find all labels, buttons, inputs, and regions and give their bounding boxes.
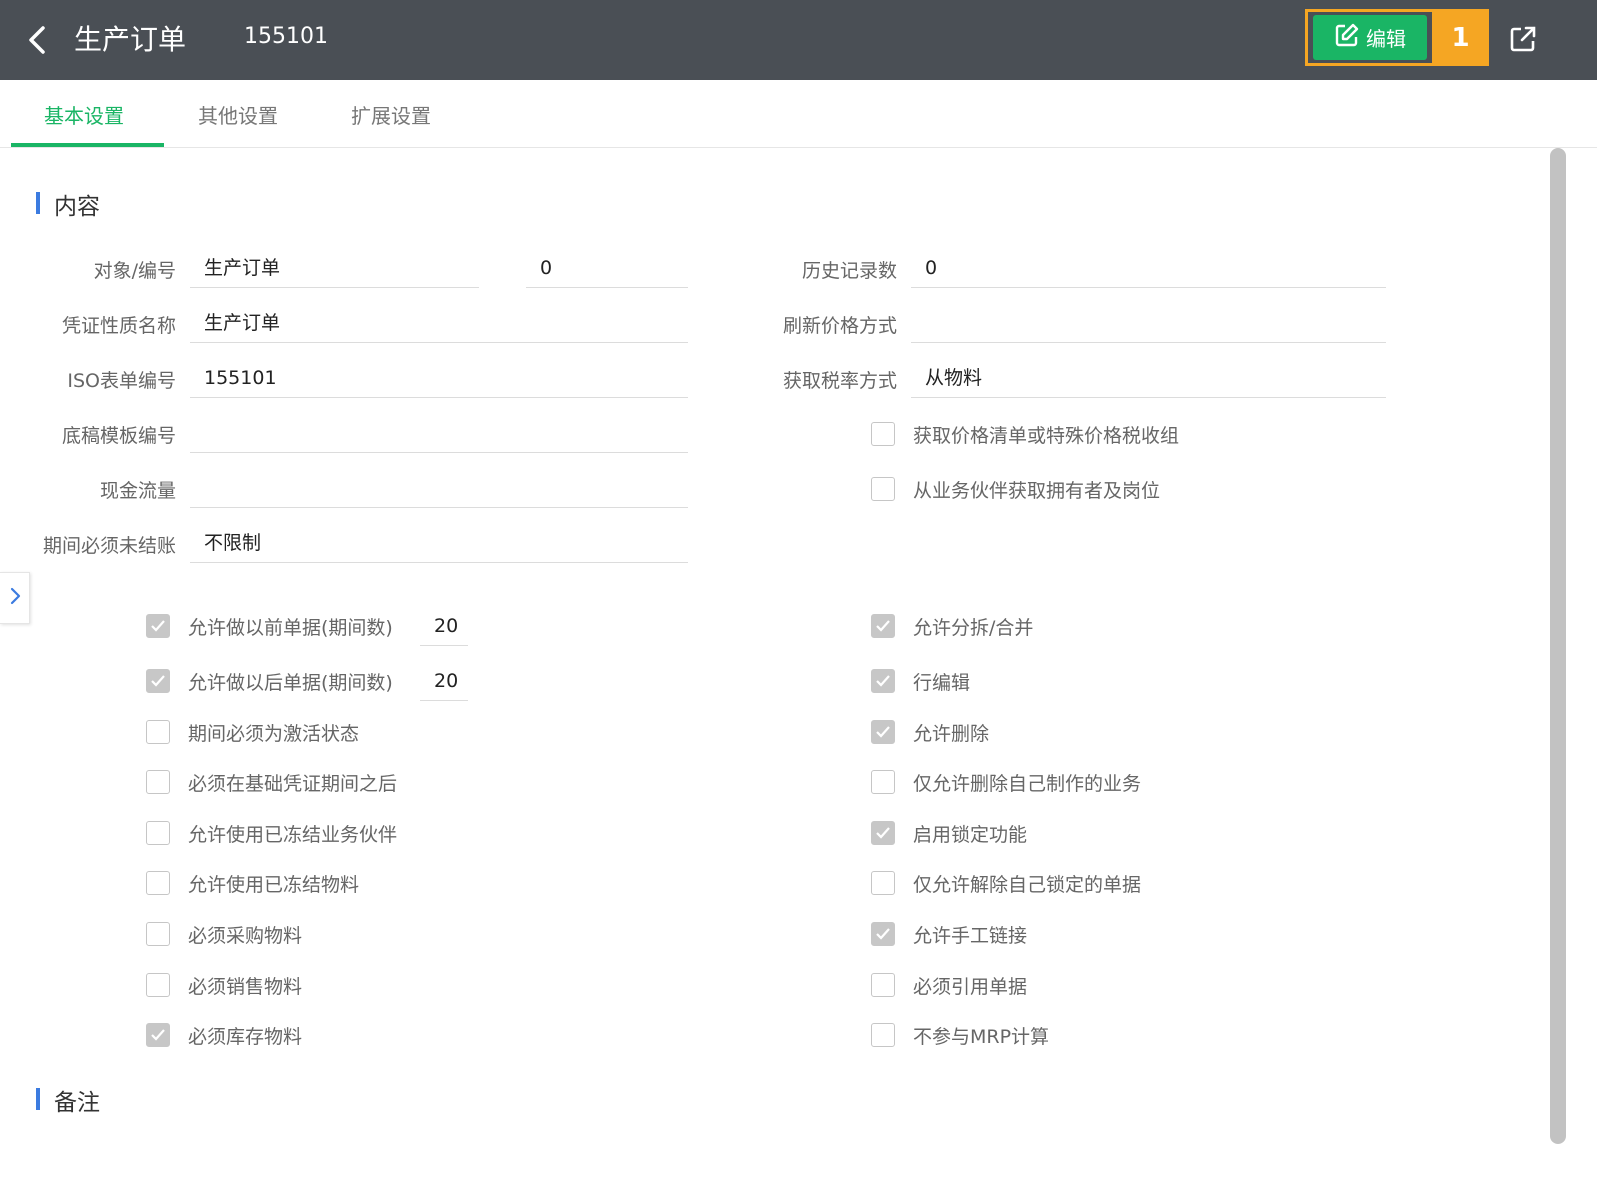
check-row-stock-material[interactable]: 必须库存物料 <box>146 1020 302 1050</box>
checkbox-checked[interactable] <box>146 669 170 693</box>
order-number: 155101 <box>244 24 328 49</box>
period-unclosed-field[interactable]: 不限制 <box>190 527 688 563</box>
label-refresh-price: 刷新价格方式 <box>782 315 897 337</box>
check-row-allow-delete[interactable]: 允许删除 <box>871 717 989 747</box>
label-voucher-name: 凭证性质名称 <box>61 315 176 337</box>
history-count-field[interactable]: 0 <box>911 252 1386 288</box>
label-cash-flow: 现金流量 <box>99 480 176 502</box>
voucher-name-field[interactable]: 生产订单 <box>190 307 688 343</box>
active-tab-indicator <box>11 143 164 147</box>
object-no-field[interactable]: 生产订单 <box>190 252 479 288</box>
checkbox[interactable] <box>146 821 170 845</box>
checkbox-checked[interactable] <box>871 720 895 744</box>
checkbox[interactable] <box>871 477 895 501</box>
draft-template-field[interactable] <box>190 417 688 453</box>
checkbox[interactable] <box>146 720 170 744</box>
tax-rate-method-field[interactable]: 从物料 <box>911 362 1386 398</box>
label-history-count: 历史记录数 <box>801 260 897 282</box>
section-title-content: 内容 <box>36 187 100 221</box>
checkbox[interactable] <box>146 922 170 946</box>
checkbox[interactable] <box>146 770 170 794</box>
tab-basic-settings[interactable]: 基本设置 <box>44 100 124 129</box>
tab-extended-settings[interactable]: 扩展设置 <box>351 100 431 129</box>
edit-icon <box>1334 22 1360 53</box>
checkbox-checked[interactable] <box>146 1023 170 1047</box>
object-code-field[interactable]: 0 <box>526 252 688 288</box>
check-row-must-reference[interactable]: 必须引用单据 <box>871 970 1027 1000</box>
check-row-period-active[interactable]: 期间必须为激活状态 <box>146 717 359 747</box>
check-row-allow-prior-docs[interactable]: 允许做以前单据(期间数) <box>146 611 393 641</box>
tab-bar: 基本设置 其他设置 扩展设置 <box>0 80 1597 148</box>
checkbox[interactable] <box>871 871 895 895</box>
check-row-line-edit[interactable]: 行编辑 <box>871 666 970 696</box>
checkbox[interactable] <box>146 871 170 895</box>
later-periods-field[interactable]: 20 <box>420 665 468 701</box>
iso-no-field[interactable]: 155101 <box>190 362 688 398</box>
checkbox[interactable] <box>146 973 170 997</box>
check-row-manual-link[interactable]: 允许手工链接 <box>871 919 1027 949</box>
cash-flow-field[interactable] <box>190 472 688 508</box>
checkbox-checked[interactable] <box>871 922 895 946</box>
checkbox-checked[interactable] <box>146 614 170 638</box>
top-bar: 生产订单 155101 编辑 1 <box>0 0 1597 80</box>
checkbox[interactable] <box>871 422 895 446</box>
check-row-price-list[interactable]: 获取价格清单或特殊价格税收组 <box>871 419 1179 449</box>
label-draft-template: 底稿模板编号 <box>61 425 176 447</box>
tab-other-settings[interactable]: 其他设置 <box>198 100 278 129</box>
label-period-unclosed: 期间必须未结账 <box>42 535 176 557</box>
check-row-frozen-partner[interactable]: 允许使用已冻结业务伙伴 <box>146 818 397 848</box>
check-row-allow-later-docs[interactable]: 允许做以后单据(期间数) <box>146 666 393 696</box>
label-iso-no: ISO表单编号 <box>67 370 176 392</box>
checkbox[interactable] <box>871 770 895 794</box>
check-row-purchase-material[interactable]: 必须采购物料 <box>146 919 302 949</box>
prior-periods-field[interactable]: 20 <box>420 610 468 646</box>
side-panel-toggle[interactable] <box>0 572 30 624</box>
edit-button-label: 编辑 <box>1366 27 1406 51</box>
checkbox-checked[interactable] <box>871 614 895 638</box>
check-row-unlock-own-only[interactable]: 仅允许解除自己锁定的单据 <box>871 868 1141 898</box>
edit-button[interactable]: 编辑 <box>1313 15 1427 60</box>
check-row-delete-own-only[interactable]: 仅允许删除自己制作的业务 <box>871 767 1141 797</box>
checkbox[interactable] <box>871 1023 895 1047</box>
chevron-right-icon <box>8 585 22 611</box>
share-icon[interactable] <box>1508 24 1538 54</box>
label-tax-rate-method: 获取税率方式 <box>782 370 897 392</box>
refresh-price-field[interactable] <box>911 307 1386 343</box>
check-row-partner-owner[interactable]: 从业务伙伴获取拥有者及岗位 <box>871 474 1160 504</box>
check-row-after-base-period[interactable]: 必须在基础凭证期间之后 <box>146 767 397 797</box>
step-badge: 1 <box>1432 9 1489 66</box>
checkbox-checked[interactable] <box>871 821 895 845</box>
check-row-sales-material[interactable]: 必须销售物料 <box>146 970 302 1000</box>
check-row-split-merge[interactable]: 允许分拆/合并 <box>871 611 1033 641</box>
label-object-no: 对象/编号 <box>93 260 176 282</box>
checkbox-checked[interactable] <box>871 669 895 693</box>
check-row-frozen-material[interactable]: 允许使用已冻结物料 <box>146 868 359 898</box>
page-title: 生产订单 <box>74 23 187 56</box>
checkbox[interactable] <box>871 973 895 997</box>
section-title-notes: 备注 <box>36 1083 100 1117</box>
vertical-scrollbar[interactable] <box>1550 148 1566 1144</box>
check-row-exclude-mrp[interactable]: 不参与MRP计算 <box>871 1020 1049 1050</box>
check-row-enable-lock[interactable]: 启用锁定功能 <box>871 818 1027 848</box>
back-arrow-icon[interactable] <box>24 22 54 58</box>
